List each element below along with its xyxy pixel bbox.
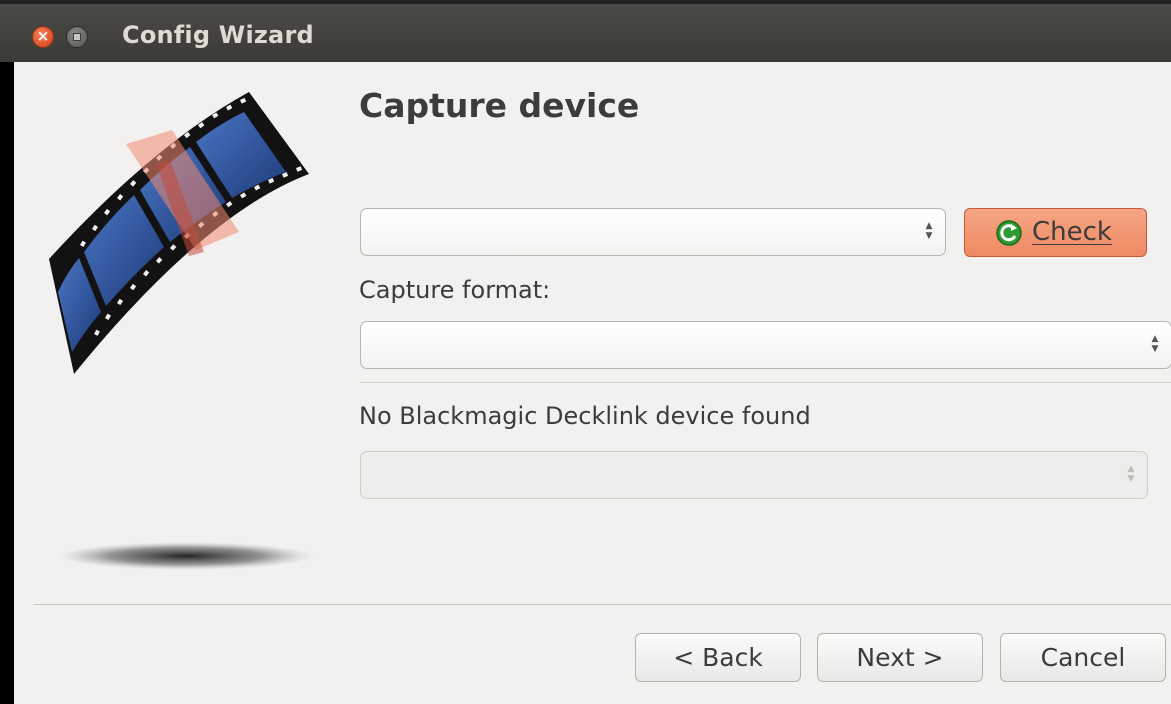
footer-divider (34, 604, 1171, 605)
wizard-window: × Config Wizard Capture device ▲ ▼ Check… (0, 0, 1171, 704)
film-strip-icon (49, 92, 314, 570)
check-button-label: Check (1032, 217, 1112, 247)
section-divider (360, 382, 1171, 383)
check-button[interactable]: Check (964, 208, 1147, 257)
decklink-status-label: No Blackmagic Decklink device found (359, 402, 811, 430)
back-button[interactable]: < Back (635, 633, 801, 682)
title-bar[interactable]: × Config Wizard (0, 0, 1171, 62)
cancel-button[interactable]: Cancel (1000, 633, 1166, 682)
refresh-icon (996, 220, 1022, 246)
close-icon: × (36, 27, 50, 45)
page-title: Capture device (359, 86, 640, 125)
close-window-button[interactable]: × (32, 26, 54, 48)
spin-arrows-icon: ▲ ▼ (925, 221, 933, 241)
next-button[interactable]: Next > (817, 633, 983, 682)
minimize-window-button[interactable] (66, 26, 88, 48)
capture-format-select[interactable]: ▲ ▼ (360, 321, 1171, 369)
spin-arrows-icon: ▲ ▼ (1127, 464, 1135, 484)
spin-arrows-icon: ▲ ▼ (1151, 334, 1159, 354)
wizard-page: Capture device ▲ ▼ Check Capture format: … (14, 62, 1171, 704)
capture-device-select[interactable]: ▲ ▼ (360, 208, 946, 256)
window-title: Config Wizard (122, 21, 314, 49)
capture-format-label: Capture format: (359, 276, 551, 304)
decklink-device-select: ▲ ▼ (360, 451, 1148, 499)
